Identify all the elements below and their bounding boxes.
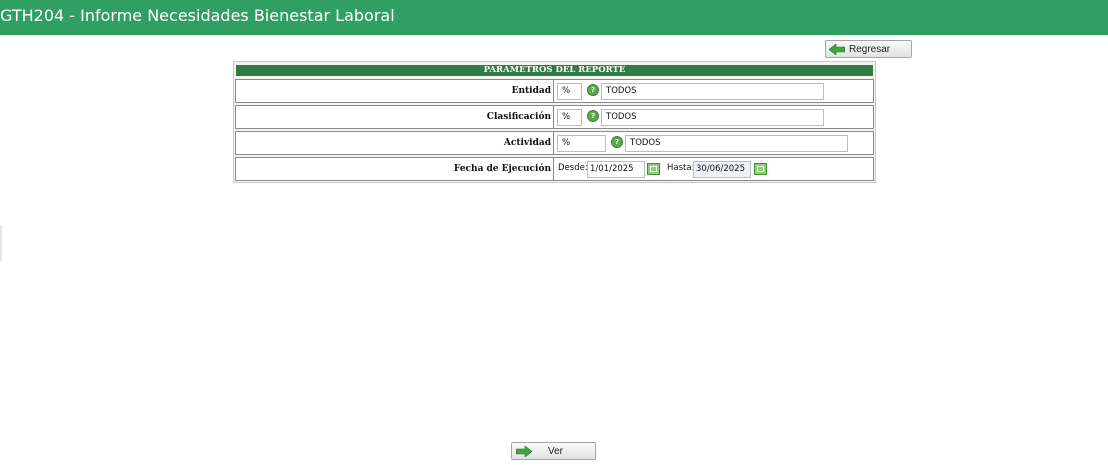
- row-clasificacion: Clasificación % ? TODOS: [235, 105, 874, 129]
- actividad-help-icon[interactable]: ?: [611, 136, 623, 148]
- row-entidad: Entidad % ? TODOS: [235, 79, 874, 103]
- arrow-left-icon: [829, 44, 845, 55]
- ver-button[interactable]: Ver: [511, 442, 596, 460]
- clasificacion-help-icon[interactable]: ?: [587, 110, 599, 122]
- entidad-code-input[interactable]: %: [557, 83, 582, 100]
- clasificacion-code-input[interactable]: %: [557, 109, 582, 126]
- clasificacion-value-field: TODOS: [601, 109, 824, 126]
- desde-label: Desde:: [558, 163, 588, 173]
- actividad-label: Actividad: [236, 132, 554, 154]
- panel-header: PARAMETROS DEL REPORTE: [236, 65, 873, 76]
- ver-button-label: Ver: [548, 446, 564, 457]
- actividad-value-field: TODOS: [625, 135, 848, 152]
- window-title: GTH204 - Informe Necesidades Bienestar L…: [0, 6, 395, 25]
- hasta-date-input[interactable]: 30/06/2025: [693, 161, 751, 178]
- entidad-help-icon[interactable]: ?: [587, 84, 599, 96]
- hasta-label: Hasta:: [667, 163, 695, 173]
- clasificacion-label: Clasificación: [236, 106, 554, 128]
- desde-calendar-icon[interactable]: [647, 163, 660, 175]
- title-bar: GTH204 - Informe Necesidades Bienestar L…: [0, 0, 1108, 35]
- row-fecha-ejecucion: Fecha de Ejecución Desde: 1/01/2025 Hast…: [235, 157, 874, 181]
- left-edge-marker: [0, 225, 2, 261]
- fecha-ejecucion-label: Fecha de Ejecución: [236, 158, 554, 180]
- desde-date-input[interactable]: 1/01/2025: [587, 161, 645, 178]
- row-actividad: Actividad % ? TODOS: [235, 131, 874, 155]
- entidad-value-field: TODOS: [601, 83, 824, 100]
- back-button[interactable]: Regresar: [825, 40, 912, 58]
- hasta-calendar-icon[interactable]: [754, 163, 767, 175]
- back-button-label: Regresar: [849, 44, 891, 55]
- entidad-label: Entidad: [236, 80, 554, 102]
- arrow-right-icon: [516, 446, 532, 457]
- actividad-code-input[interactable]: %: [557, 135, 606, 152]
- report-parameters-panel: PARAMETROS DEL REPORTE Entidad % ? TODOS…: [233, 61, 876, 183]
